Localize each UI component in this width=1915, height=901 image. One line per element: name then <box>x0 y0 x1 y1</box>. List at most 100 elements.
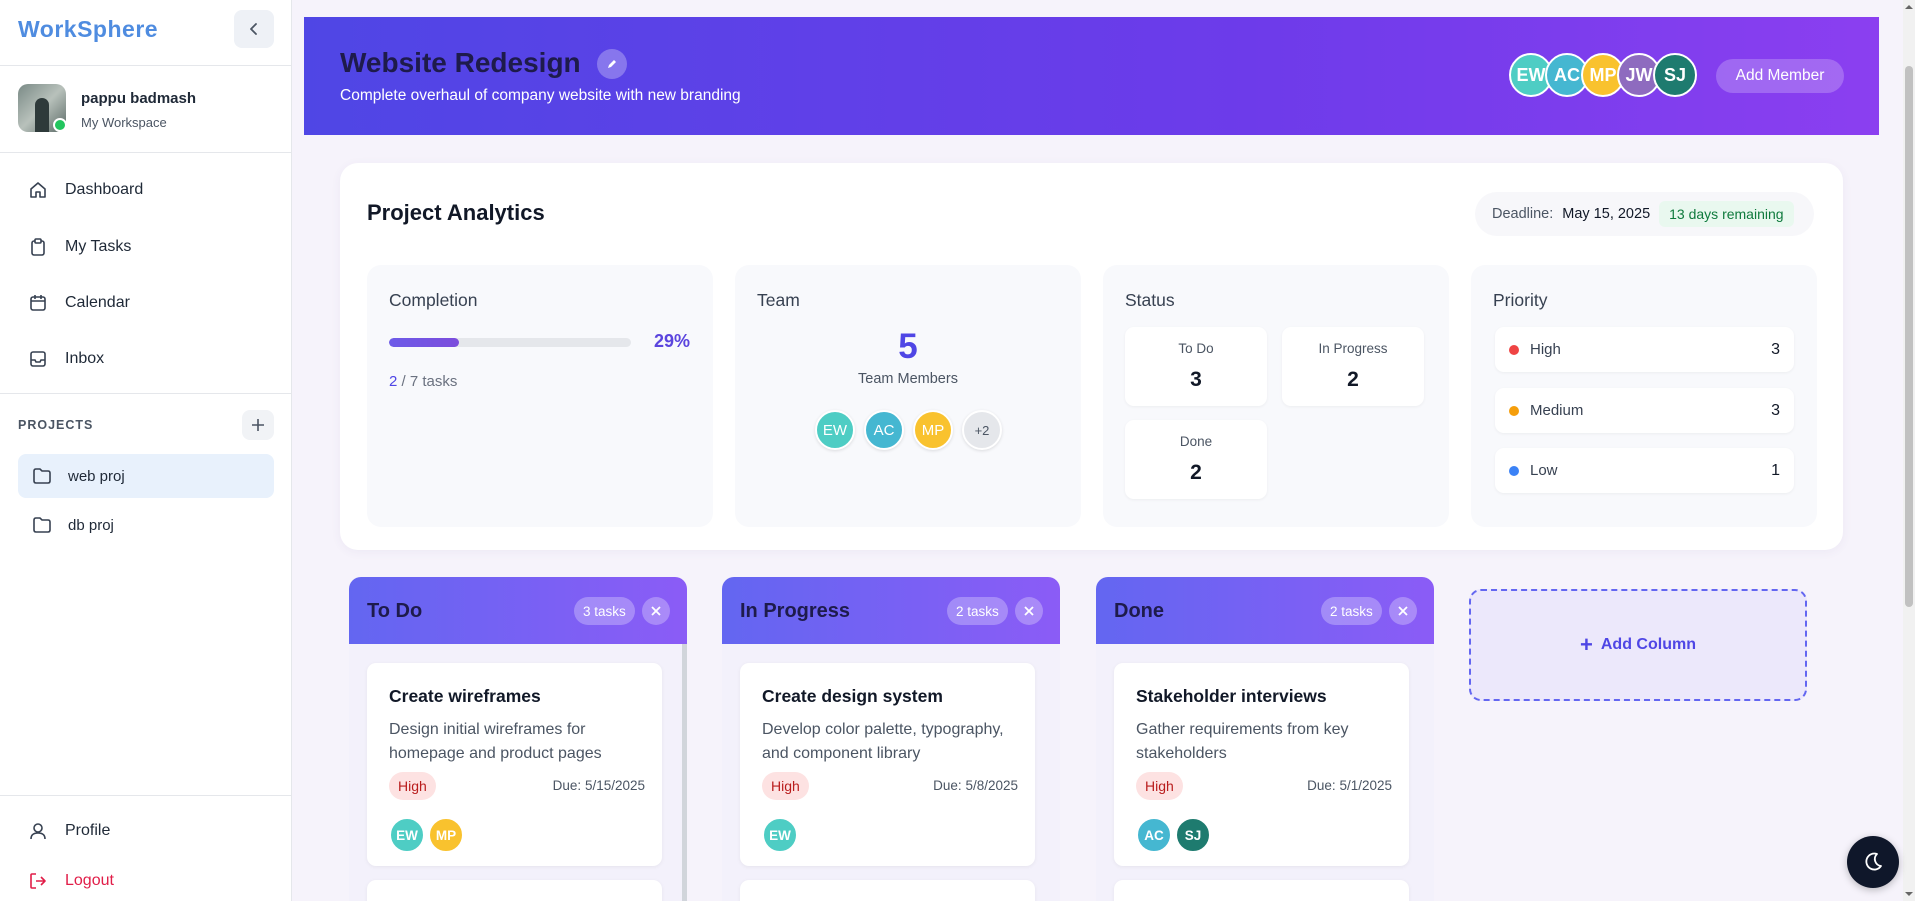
project-item-db-proj[interactable]: db proj <box>18 503 274 547</box>
kanban-column-in-progress: In Progress 2 tasks Create design system… <box>722 577 1060 901</box>
team-card: Team 5 Team Members EW AC MP +2 <box>735 265 1081 527</box>
nav-item-profile[interactable]: Profile <box>18 809 274 853</box>
inbox-icon <box>30 351 46 367</box>
kanban-column-todo: To Do 3 tasks Create wireframes Design i… <box>349 577 687 901</box>
nav-label: Profile <box>65 822 111 839</box>
scroll-up-icon[interactable] <box>1904 2 1914 12</box>
task-title: Create design system <box>762 686 943 706</box>
online-status-icon <box>53 118 67 132</box>
theme-toggle-button[interactable] <box>1847 836 1899 888</box>
scroll-down-icon[interactable] <box>1904 889 1914 899</box>
column-title: Done <box>1114 600 1164 622</box>
remove-column-button[interactable] <box>642 597 670 625</box>
kanban-column-done: Done 2 tasks Stakeholder interviews Gath… <box>1096 577 1434 901</box>
member-initials: JW <box>1625 64 1653 85</box>
collapse-sidebar-button[interactable] <box>234 10 274 48</box>
assignee-avatar[interactable]: EW <box>389 817 425 853</box>
deadline-badge: Deadline: May 15, 2025 13 days remaining <box>1475 192 1814 236</box>
user-name: pappu badmash <box>81 90 197 107</box>
assignee-avatar[interactable]: MP <box>428 817 464 853</box>
days-remaining-badge: 13 days remaining <box>1659 201 1794 227</box>
add-column-button[interactable]: + Add Column <box>1469 589 1807 701</box>
home-icon <box>30 182 46 198</box>
total-tasks-text: / 7 tasks <box>401 373 458 390</box>
assignee-avatar[interactable]: SJ <box>1175 817 1211 853</box>
divider <box>0 65 292 66</box>
nav-label: Calendar <box>65 294 130 311</box>
project-label: web proj <box>68 467 125 485</box>
column-scrollbar[interactable] <box>682 644 687 901</box>
add-project-button[interactable] <box>242 410 274 440</box>
nav-label: Dashboard <box>65 181 144 198</box>
status-card: Status To Do 3 In Progress 2 Done 2 <box>1103 265 1449 527</box>
task-priority-badge: High <box>1136 772 1183 800</box>
team-avatar[interactable]: AC <box>864 410 904 450</box>
priority-count: 1 <box>1771 461 1780 479</box>
task-card[interactable]: Create design system Develop color palet… <box>740 663 1035 866</box>
more-members-badge[interactable]: +2 <box>962 410 1002 450</box>
plus-icon <box>252 419 264 431</box>
nav-item-calendar[interactable]: Calendar <box>18 281 274 325</box>
team-avatar-initials: EW <box>822 421 848 439</box>
column-header: Done 2 tasks <box>1096 577 1434 644</box>
nav-item-dashboard[interactable]: Dashboard <box>18 168 274 212</box>
user-icon <box>30 823 46 840</box>
medium-priority-dot-icon <box>1509 405 1519 416</box>
task-card[interactable] <box>740 880 1035 901</box>
folder-icon <box>33 517 51 533</box>
team-avatar[interactable]: EW <box>815 410 855 450</box>
status-tile-done: Done 2 <box>1125 420 1267 499</box>
member-initials: AC <box>1554 64 1580 85</box>
divider <box>0 393 292 394</box>
plus-icon: + <box>1580 632 1593 657</box>
task-card[interactable]: Stakeholder interviews Gather requiremen… <box>1114 663 1409 866</box>
task-due-date: Due: 5/15/2025 <box>552 778 645 793</box>
logout-button[interactable]: Logout <box>18 859 274 901</box>
assignee-avatar[interactable]: EW <box>762 817 798 853</box>
remove-column-button[interactable] <box>1015 597 1043 625</box>
nav-item-my-tasks[interactable]: My Tasks <box>18 225 274 269</box>
status-tile-in-progress: In Progress 2 <box>1282 327 1424 406</box>
member-avatars: EW AC MP JW SJ <box>1509 53 1709 97</box>
member-avatar[interactable]: SJ <box>1653 53 1697 97</box>
edit-project-button[interactable] <box>597 49 627 79</box>
column-task-count: 2 tasks <box>947 597 1008 625</box>
add-member-button[interactable]: Add Member <box>1716 59 1844 93</box>
team-avatar-initials: +2 <box>974 422 990 438</box>
team-avatar-initials: MP <box>921 421 945 439</box>
task-due-date: Due: 5/8/2025 <box>933 778 1018 793</box>
member-initials: SJ <box>1663 64 1687 85</box>
team-label: Team Members <box>858 371 958 387</box>
deadline-date: May 15, 2025 <box>1562 206 1651 222</box>
clipboard-icon <box>31 238 45 256</box>
assignee-avatar[interactable]: AC <box>1136 817 1172 853</box>
assignee-initials: SJ <box>1184 827 1202 843</box>
chevron-left-icon <box>250 23 257 35</box>
team-title: Team <box>757 290 800 310</box>
project-header: Website Redesign Complete overhaul of co… <box>304 17 1879 135</box>
project-item-web-proj[interactable]: web proj <box>18 454 274 498</box>
column-title: To Do <box>367 600 423 622</box>
status-count: 2 <box>1190 461 1202 484</box>
nav-item-inbox[interactable]: Inbox <box>18 337 274 381</box>
status-tile-todo: To Do 3 <box>1125 327 1267 406</box>
remove-column-button[interactable] <box>1389 597 1417 625</box>
nav-label: Inbox <box>65 350 105 367</box>
priority-title: Priority <box>1493 290 1548 310</box>
priority-card: Priority High 3 Medium 3 Low 1 <box>1471 265 1817 527</box>
task-card[interactable]: Create wireframes Design initial wirefra… <box>367 663 662 866</box>
priority-row-medium: Medium 3 <box>1495 388 1794 433</box>
task-card[interactable] <box>367 880 662 901</box>
divider <box>0 795 292 796</box>
team-avatar[interactable]: MP <box>913 410 953 450</box>
completion-card: Completion 29% 2 / 7 tasks <box>367 265 713 527</box>
low-priority-dot-icon <box>1509 465 1519 476</box>
brand-logo[interactable]: WorkSphere <box>18 16 158 46</box>
page-scrollbar-thumb[interactable] <box>1905 66 1913 607</box>
close-icon <box>651 606 661 616</box>
workspace-name: My Workspace <box>81 115 167 130</box>
task-card[interactable] <box>1114 880 1409 901</box>
close-icon <box>1024 606 1034 616</box>
project-label: db proj <box>68 516 114 534</box>
completed-count: 2 <box>389 373 398 390</box>
